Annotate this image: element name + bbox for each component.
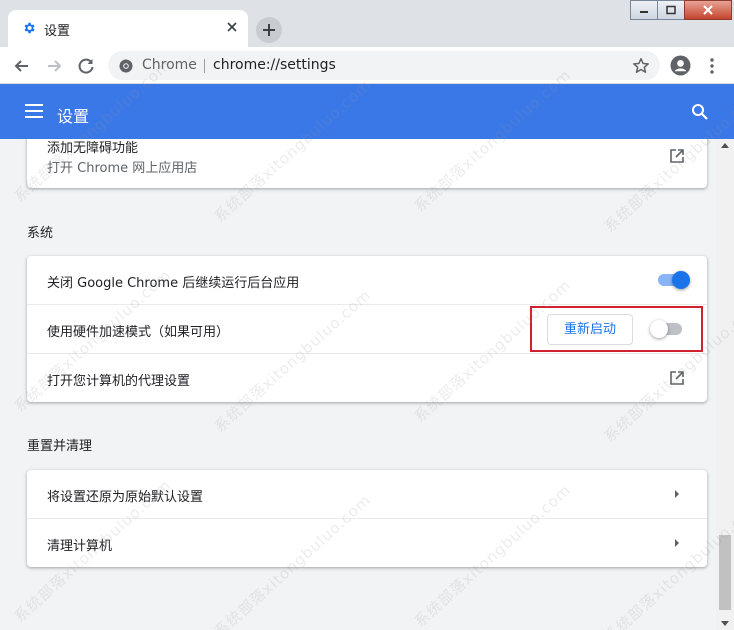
star-icon[interactable]: [632, 57, 650, 75]
background-apps-row[interactable]: 关闭 Google Chrome 后继续运行后台应用: [27, 256, 707, 305]
proxy-settings-row[interactable]: 打开您计算机的代理设置: [27, 353, 707, 402]
forward-icon[interactable]: [44, 56, 64, 76]
scrollbar[interactable]: [716, 139, 734, 630]
cleanup-computer-row[interactable]: 清理计算机: [27, 518, 707, 567]
reset-card: 将设置还原为原始默认设置 清理计算机: [27, 470, 707, 567]
accessibility-store-row[interactable]: 添加无障碍功能 打开 Chrome 网上应用店: [27, 139, 707, 188]
maximize-button[interactable]: [657, 0, 685, 20]
chevron-right-icon: [675, 490, 679, 498]
search-icon[interactable]: [691, 103, 709, 121]
close-icon: [703, 5, 713, 15]
close-icon[interactable]: [224, 19, 240, 35]
row-label: 使用硬件加速模式（如果可用）: [47, 325, 230, 340]
omnibox-url[interactable]: chrome://settings: [213, 57, 336, 73]
profile-icon[interactable]: [670, 55, 691, 76]
section-title-system: 系统: [27, 226, 54, 241]
more-menu-icon[interactable]: [702, 56, 722, 76]
row-label: 打开您计算机的代理设置: [47, 374, 191, 389]
row-label: 关闭 Google Chrome 后继续运行后台应用: [47, 276, 300, 291]
omnibox-site-label: Chrome: [142, 57, 197, 73]
external-link-icon[interactable]: [669, 148, 685, 164]
plus-icon: [263, 24, 275, 36]
back-icon[interactable]: [12, 56, 32, 76]
minimize-button[interactable]: [630, 0, 658, 20]
window-controls: [630, 0, 732, 20]
settings-header: 设置: [0, 84, 734, 139]
scroll-down-icon[interactable]: [721, 621, 729, 627]
toggle-knob: [672, 271, 690, 289]
window-close-button[interactable]: [684, 0, 732, 20]
page-title: 设置: [57, 107, 90, 126]
reload-icon[interactable]: [76, 56, 96, 76]
maximize-icon: [666, 5, 676, 15]
toolbar: Chrome chrome://settings: [0, 47, 734, 84]
tab-strip: 设置: [0, 0, 734, 47]
chrome-icon: [119, 59, 133, 73]
row-label: 清理计算机: [47, 539, 113, 554]
accessibility-card: 添加无障碍功能 打开 Chrome 网上应用店: [27, 139, 707, 188]
external-link-icon[interactable]: [669, 370, 685, 386]
row-label: 将设置还原为原始默认设置: [47, 490, 204, 505]
section-title-reset: 重置并清理: [27, 439, 93, 454]
omnibox-separator: [204, 59, 205, 73]
scrollbar-thumb[interactable]: [719, 535, 731, 610]
tab-title: 设置: [44, 24, 71, 39]
chevron-right-icon: [675, 539, 679, 547]
settings-content: 添加无障碍功能 打开 Chrome 网上应用店 系统 关闭 Google Chr…: [0, 139, 716, 630]
highlight-box: [530, 306, 703, 352]
row-subtitle: 打开 Chrome 网上应用店: [47, 161, 198, 176]
minimize-icon: [640, 11, 648, 13]
new-tab-button[interactable]: [256, 17, 282, 43]
scroll-up-icon[interactable]: [721, 142, 729, 148]
row-title: 添加无障碍功能: [47, 141, 139, 156]
address-bar[interactable]: Chrome chrome://settings: [108, 51, 660, 80]
background-apps-toggle[interactable]: [656, 270, 690, 290]
tab-settings[interactable]: 设置: [8, 10, 248, 47]
menu-icon[interactable]: [25, 104, 43, 118]
gear-icon: [24, 22, 35, 34]
restore-defaults-row[interactable]: 将设置还原为原始默认设置: [27, 470, 707, 519]
